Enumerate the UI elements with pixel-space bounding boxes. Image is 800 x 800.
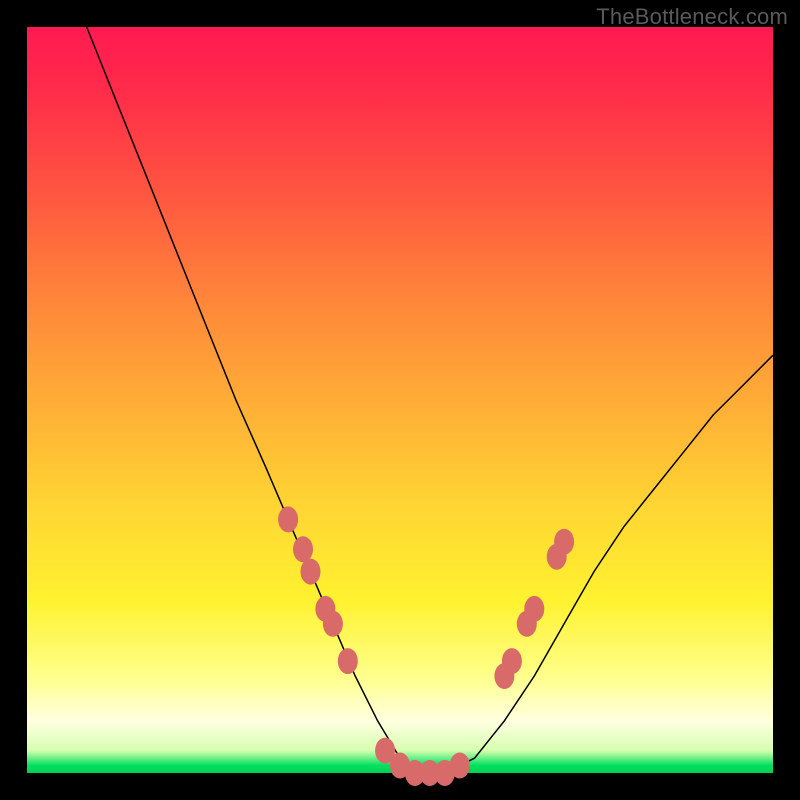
- curve-marker: [554, 529, 574, 555]
- bottleneck-curve: [87, 27, 773, 773]
- watermark-text: TheBottleneck.com: [596, 4, 788, 30]
- chart-frame: TheBottleneck.com: [0, 0, 800, 800]
- curve-marker: [524, 596, 544, 622]
- curve-marker: [323, 611, 343, 637]
- curve-markers: [278, 506, 574, 786]
- chart-plot-area: [27, 27, 773, 773]
- curve-marker: [278, 506, 298, 532]
- curve-marker: [338, 648, 358, 674]
- curve-marker: [301, 559, 321, 585]
- curve-marker: [293, 536, 313, 562]
- curve-marker: [502, 648, 522, 674]
- curve-marker: [450, 753, 470, 779]
- chart-svg: [27, 27, 773, 773]
